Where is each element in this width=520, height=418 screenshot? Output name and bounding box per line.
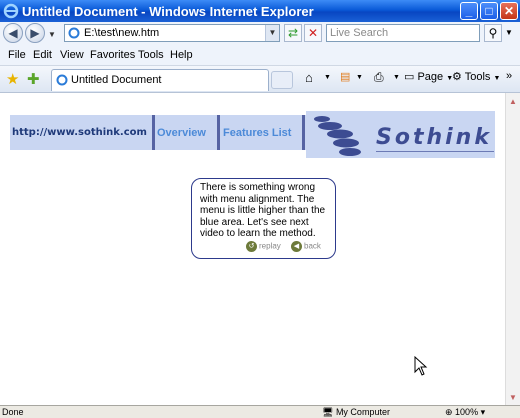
page-viewport: http://www.sothink.com Overview Features… — [0, 93, 505, 405]
logo-underline — [376, 151, 494, 152]
menu-separator — [302, 115, 305, 150]
tab-untitled-document[interactable]: Untitled Document — [51, 69, 269, 91]
tab-label: Untitled Document — [71, 74, 162, 86]
sothink-logo-ellipses-icon — [314, 116, 361, 156]
add-favorite-icon[interactable]: ✚ — [27, 70, 40, 88]
stop-icon[interactable]: ✕ — [304, 24, 322, 42]
menu-tools[interactable]: Tools — [138, 49, 164, 61]
favorites-star-icon[interactable]: ★ — [6, 70, 19, 88]
forward-button[interactable]: ▶ — [25, 23, 45, 43]
recent-pages-chevron-down-icon[interactable]: ▼ — [48, 30, 56, 39]
tools-menu-label: Tools — [464, 71, 491, 83]
print-chevron-down-icon[interactable]: ▼ — [393, 74, 400, 81]
address-row: ◀ ▶ ▼ E:\test\new.htm ▼ ⇄ ✕ Live Search … — [0, 22, 520, 45]
menu-bar: File Edit View Favorites Tools Help — [0, 45, 520, 66]
search-options-chevron-down-icon[interactable]: ▼ — [505, 28, 513, 37]
replay-label: replay — [259, 241, 281, 251]
sothink-logo-text: Sothink — [376, 125, 492, 150]
zone-label: My Computer — [335, 407, 390, 417]
search-placeholder: Live Search — [330, 27, 389, 39]
tutorial-tooltip: There is something wrong with menu align… — [191, 178, 336, 259]
scroll-down-icon[interactable]: ▼ — [509, 393, 517, 402]
zone-indicator: 🖥 My Computer — [322, 407, 390, 417]
zoom-control[interactable]: ⊕ 100% ▾ — [445, 407, 485, 418]
back-tutorial-button[interactable]: ◀ back — [291, 241, 321, 252]
toolbar-overflow-icon[interactable]: » — [506, 70, 512, 82]
menu-favorites[interactable]: Favorites — [90, 49, 135, 61]
menu-separator — [217, 115, 220, 150]
window-title: Untitled Document - Windows Internet Exp… — [22, 4, 314, 19]
ie-page-icon — [56, 74, 68, 86]
minimize-button[interactable]: _ — [460, 2, 478, 20]
features-list-menu-item[interactable]: Features List — [223, 127, 291, 139]
command-toolbar: ★ ✚ Untitled Document ⌂ ▼ ▤ ▼ ⎙ ▼ ▭ Page… — [0, 66, 520, 93]
address-dropdown-chevron-down-icon[interactable]: ▼ — [265, 25, 279, 41]
tooltip-message: There is something wrong with menu align… — [200, 182, 326, 239]
back-button[interactable]: ◀ — [3, 23, 23, 43]
address-text: E:\test\new.htm — [84, 27, 160, 39]
status-text: Done — [2, 407, 24, 417]
search-input[interactable]: Live Search — [326, 24, 480, 42]
scroll-up-icon[interactable]: ▲ — [509, 97, 517, 106]
close-button[interactable]: ✕ — [500, 2, 518, 20]
maximize-button[interactable]: □ — [480, 2, 498, 20]
title-bar: Untitled Document - Windows Internet Exp… — [0, 0, 520, 22]
mouse-cursor-icon — [414, 356, 428, 376]
vertical-scrollbar[interactable]: ▲ ▼ — [505, 93, 520, 405]
menu-file[interactable]: File — [8, 49, 26, 61]
sothink-logo: Sothink — [306, 111, 495, 158]
menu-edit[interactable]: Edit — [33, 49, 52, 61]
print-icon[interactable]: ⎙ — [374, 70, 384, 85]
replay-button[interactable]: ↺ replay — [246, 241, 281, 252]
feeds-icon[interactable]: ▤ — [340, 70, 350, 83]
back-label: back — [304, 241, 321, 251]
overview-menu-item[interactable]: Overview — [157, 127, 206, 139]
search-icon[interactable]: ⚲ — [484, 24, 502, 42]
page-menu-label: Page — [417, 71, 444, 83]
tools-menu-button[interactable]: ⚙ Tools ▼ — [452, 70, 500, 83]
menu-help[interactable]: Help — [170, 49, 193, 61]
home-icon[interactable]: ⌂ — [305, 70, 313, 85]
zoom-label: 100% — [455, 407, 479, 417]
status-bar: Done 🖥 My Computer ⊕ 100% ▾ — [0, 405, 520, 418]
site-url-link[interactable]: http://www.sothink.com — [12, 127, 147, 138]
feeds-chevron-down-icon[interactable]: ▼ — [356, 74, 363, 81]
refresh-icon[interactable]: ⇄ — [284, 24, 302, 42]
address-field[interactable]: E:\test\new.htm ▼ — [64, 24, 280, 42]
replay-icon: ↺ — [246, 241, 257, 252]
page-menu-button[interactable]: ▭ Page ▼ — [404, 70, 453, 83]
ie-page-icon — [68, 27, 80, 39]
back-icon: ◀ — [291, 241, 302, 252]
menu-separator — [152, 115, 155, 150]
new-tab-button[interactable] — [271, 71, 293, 89]
home-chevron-down-icon[interactable]: ▼ — [324, 74, 331, 81]
menu-view[interactable]: View — [60, 49, 84, 61]
ie-logo-icon — [3, 3, 19, 19]
